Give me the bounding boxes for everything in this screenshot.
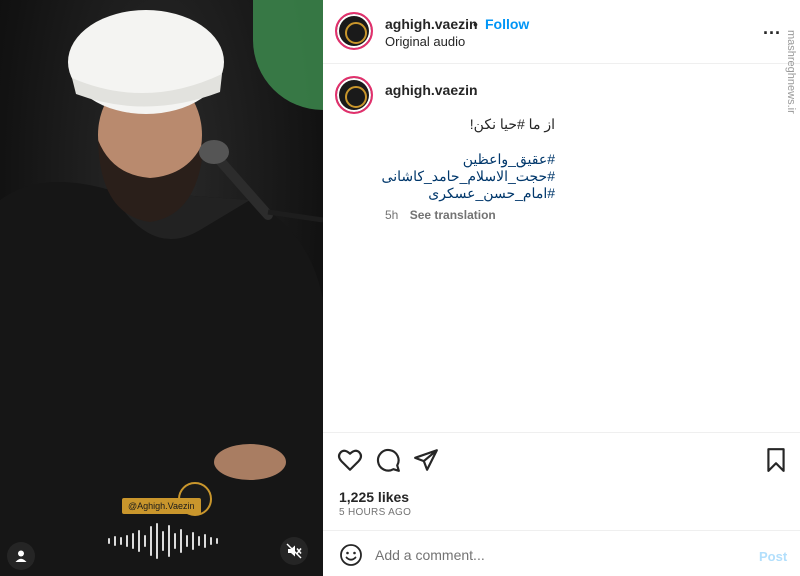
mute-icon [286,543,302,559]
comment-input[interactable] [375,543,735,567]
avatar[interactable] [335,12,373,50]
side-watermark: mashreghnews.ir [785,30,797,114]
post-comment-button[interactable]: Post [759,549,787,564]
bookmark-icon[interactable] [763,447,789,473]
post-media[interactable]: @Aghigh.Vaezin [0,0,323,576]
likes-count[interactable]: 1,225 likes [339,489,409,505]
post-panel: aghigh.vaezin • Follow Original audio ..… [323,0,800,576]
comment-icon[interactable] [375,447,401,473]
tagged-users-button[interactable] [7,542,35,570]
heart-icon[interactable] [337,447,363,473]
header-username[interactable]: aghigh.vaezin [385,16,478,32]
hashtag-link[interactable]: #حجت_الاسلام_حامد_کاشانی [382,168,555,185]
mute-button[interactable] [280,537,308,565]
time-ago: 5h [385,208,399,222]
speaker-photo [0,10,323,576]
user-icon [15,550,27,562]
caption-username[interactable]: aghigh.vaezin [385,82,478,98]
post-header: aghigh.vaezin • Follow Original audio ..… [323,0,800,64]
audio-waveform [108,523,218,559]
caption-avatar[interactable] [335,76,373,114]
emoji-icon[interactable] [339,543,363,567]
separator-dot: • [473,16,478,32]
caption-meta: 5h See translation [385,208,496,222]
caption-text: از ما #حیا نکن! #عقیق_واعظین #حجت_الاسلا… [382,116,555,202]
caption-line: از ما #حیا نکن! [469,116,555,132]
hashtag-link[interactable]: #عقیق_واعظین [385,151,555,168]
share-icon[interactable] [413,447,439,473]
follow-button[interactable]: Follow [485,16,529,32]
post-timestamp: 5 HOURS AGO [339,507,412,518]
see-translation-button[interactable]: See translation [410,208,496,222]
action-bar: 1,225 likes 5 HOURS AGO [323,432,800,528]
caption-dot: . [473,82,477,98]
watermark-handle: @Aghigh.Vaezin [122,498,201,514]
audio-label[interactable]: Original audio [385,34,465,49]
hashtag-link[interactable]: #امام_حسن_عسکری [385,185,555,202]
comment-bar: Post [323,530,800,576]
